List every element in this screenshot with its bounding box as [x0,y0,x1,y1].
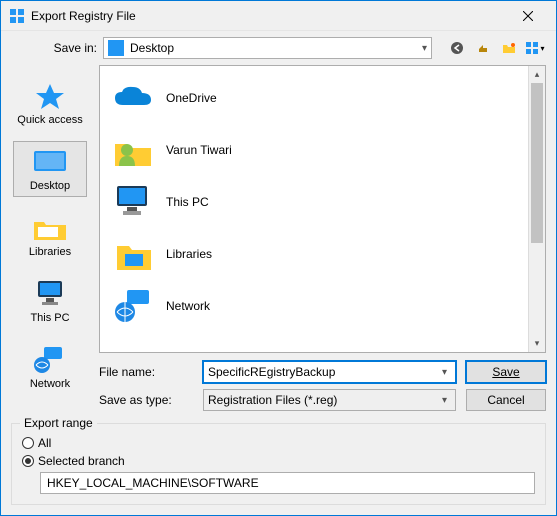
file-item-label: Network [166,299,210,313]
chevron-down-icon: ▾ [422,43,427,54]
scroll-down-button[interactable]: ▾ [529,335,545,352]
network-icon [30,344,70,376]
export-range-group: Export range All Selected branch [11,423,546,505]
save-in-value: Desktop [130,41,174,55]
file-item-onedrive[interactable]: OneDrive [100,72,545,124]
window-title: Export Registry File [31,9,508,23]
user-folder-icon [110,127,156,173]
quick-access-icon [30,80,70,112]
chevron-down-icon[interactable]: ▾ [438,367,451,378]
radio-selected-label: Selected branch [38,454,125,468]
scroll-thumb[interactable] [531,83,543,243]
this-pc-icon [110,179,156,225]
views-button[interactable]: ▾ [524,37,546,59]
radio-all-dot [22,437,34,449]
file-item-network[interactable]: Network [100,280,545,332]
scroll-up-button[interactable]: ▴ [529,66,545,83]
save-as-type-value: Registration Files (*.reg) [208,393,438,407]
file-item-label: OneDrive [166,91,217,105]
save-as-type-combo[interactable]: Registration Files (*.reg) ▾ [203,389,456,411]
save-in-combo[interactable]: Desktop ▾ [103,37,432,59]
save-in-label: Save in: [41,41,97,55]
save-in-row: Save in: Desktop ▾ ▾ [1,31,556,65]
places-label: Network [30,378,70,390]
registry-icon [9,8,25,24]
file-item-libraries[interactable]: Libraries [100,228,545,280]
save-button[interactable]: Save [466,361,546,383]
cancel-button[interactable]: Cancel [466,389,546,411]
filename-label: File name: [99,365,193,379]
places-label: Desktop [30,180,70,192]
desktop-icon [108,40,124,56]
filename-field[interactable] [208,365,438,379]
places-network[interactable]: Network [13,339,87,395]
places-quick-access[interactable]: Quick access [13,75,87,131]
this-pc-icon [30,278,70,310]
new-folder-button[interactable] [498,37,520,59]
scrollbar[interactable]: ▴ ▾ [528,66,545,352]
export-range-legend: Export range [20,416,97,430]
filename-input[interactable]: ▾ [203,361,456,383]
up-one-level-button[interactable] [472,37,494,59]
places-this-pc[interactable]: This PC [13,273,87,329]
title-bar: Export Registry File [1,1,556,31]
file-item-user[interactable]: Varun Tiwari [100,124,545,176]
branch-path-field[interactable] [47,476,528,490]
branch-path-input[interactable] [40,472,535,494]
radio-selected-dot [22,455,34,467]
desktop-icon [30,146,70,178]
file-area: OneDrive Varun Tiwari This PC Libraries … [93,65,556,417]
middle-area: Quick access Desktop Libraries This PC N… [1,65,556,417]
file-item-label: Varun Tiwari [166,143,232,157]
file-list[interactable]: OneDrive Varun Tiwari This PC Libraries … [99,65,546,353]
libraries-icon [110,231,156,277]
file-item-label: Libraries [166,247,212,261]
form-rows: File name: ▾ Save Save as type: Registra… [99,361,546,411]
radio-all-label: All [38,436,51,450]
toolbar: ▾ [446,37,546,59]
places-label: This PC [30,312,69,324]
places-label: Libraries [29,246,71,258]
save-as-type-label: Save as type: [99,393,193,407]
places-label: Quick access [17,114,82,126]
chevron-down-icon[interactable]: ▾ [438,395,451,406]
close-button[interactable] [508,1,548,31]
places-libraries[interactable]: Libraries [13,207,87,263]
radio-all[interactable]: All [22,436,535,450]
file-list-inner: OneDrive Varun Tiwari This PC Libraries … [100,66,545,352]
places-desktop[interactable]: Desktop [13,141,87,197]
places-bar: Quick access Desktop Libraries This PC N… [7,65,93,417]
file-item-label: This PC [166,195,209,209]
back-button[interactable] [446,37,468,59]
libraries-icon [30,212,70,244]
radio-selected-branch[interactable]: Selected branch [22,454,535,468]
file-item-this-pc[interactable]: This PC [100,176,545,228]
onedrive-icon [110,75,156,121]
network-icon [110,283,156,329]
